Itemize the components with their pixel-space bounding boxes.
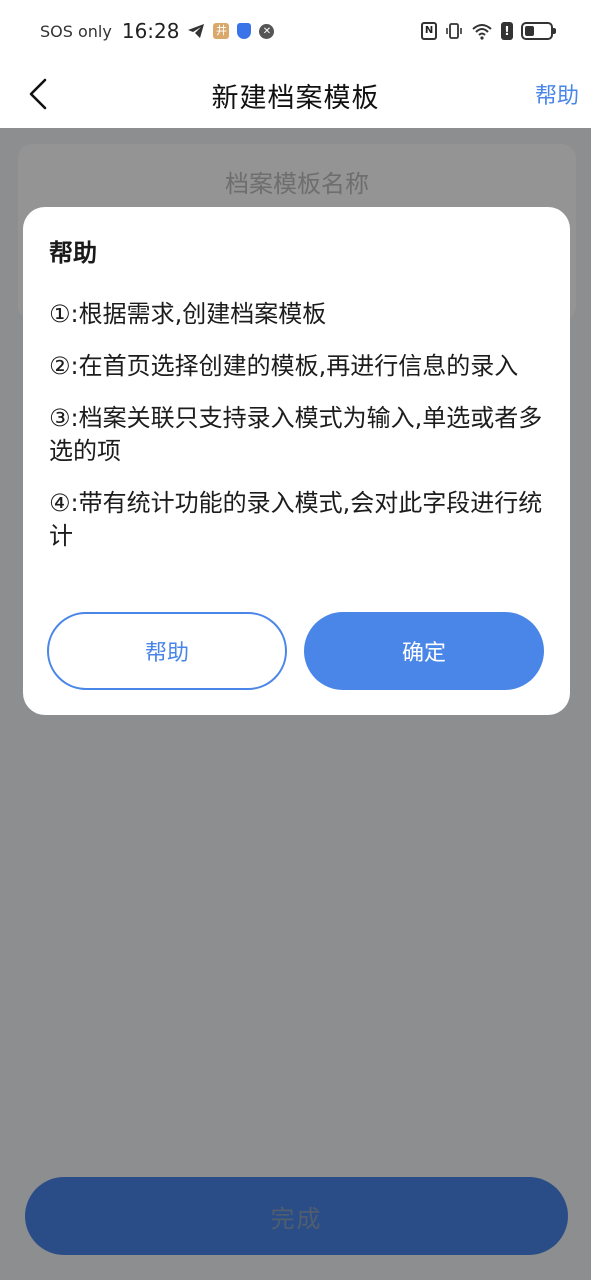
back-button[interactable]	[22, 76, 54, 112]
clock: 16:28	[121, 19, 180, 43]
vibrate-icon	[445, 22, 463, 40]
shield-icon	[237, 23, 252, 39]
vpn-icon: ✕	[259, 23, 275, 39]
dialog-item: ①:根据需求,创建档案模板	[49, 300, 327, 328]
status-right: N !	[421, 22, 556, 40]
dialog-confirm-button[interactable]: 确定	[304, 612, 544, 690]
help-link[interactable]: 帮助	[535, 78, 579, 110]
dialog-item: ③:档案关联只支持录入模式为输入,单选或者多选的项	[49, 404, 543, 465]
battery-icon	[521, 22, 556, 40]
alert-icon: !	[501, 22, 513, 40]
screen: SOS only 16:28 井 ✕ N ! 新建档案模板 帮助 档案模板名称 …	[0, 0, 591, 1280]
dialog-buttons: 帮助 确定	[47, 612, 544, 690]
status-bar: SOS only 16:28 井 ✕ N !	[0, 0, 591, 62]
telegram-icon	[187, 22, 205, 40]
page-title: 新建档案模板	[211, 82, 380, 114]
carrier-text: SOS only	[40, 21, 112, 41]
help-dialog: 帮助 ①:根据需求,创建档案模板 ②:在首页选择创建的模板,再进行信息的录入 ③…	[23, 207, 570, 715]
dialog-item: ②:在首页选择创建的模板,再进行信息的录入	[49, 352, 519, 380]
dialog-help-button[interactable]: 帮助	[47, 612, 287, 690]
status-left: SOS only 16:28 井 ✕	[40, 19, 275, 43]
app-icon: 井	[213, 23, 230, 39]
wifi-icon	[471, 22, 493, 40]
nfc-icon: N	[421, 22, 437, 40]
dialog-title: 帮助	[49, 239, 97, 267]
chevron-left-icon	[29, 78, 47, 110]
nav-bar: 新建档案模板 帮助	[0, 62, 591, 128]
dialog-item: ④:带有统计功能的录入模式,会对此字段进行统计	[49, 489, 543, 550]
